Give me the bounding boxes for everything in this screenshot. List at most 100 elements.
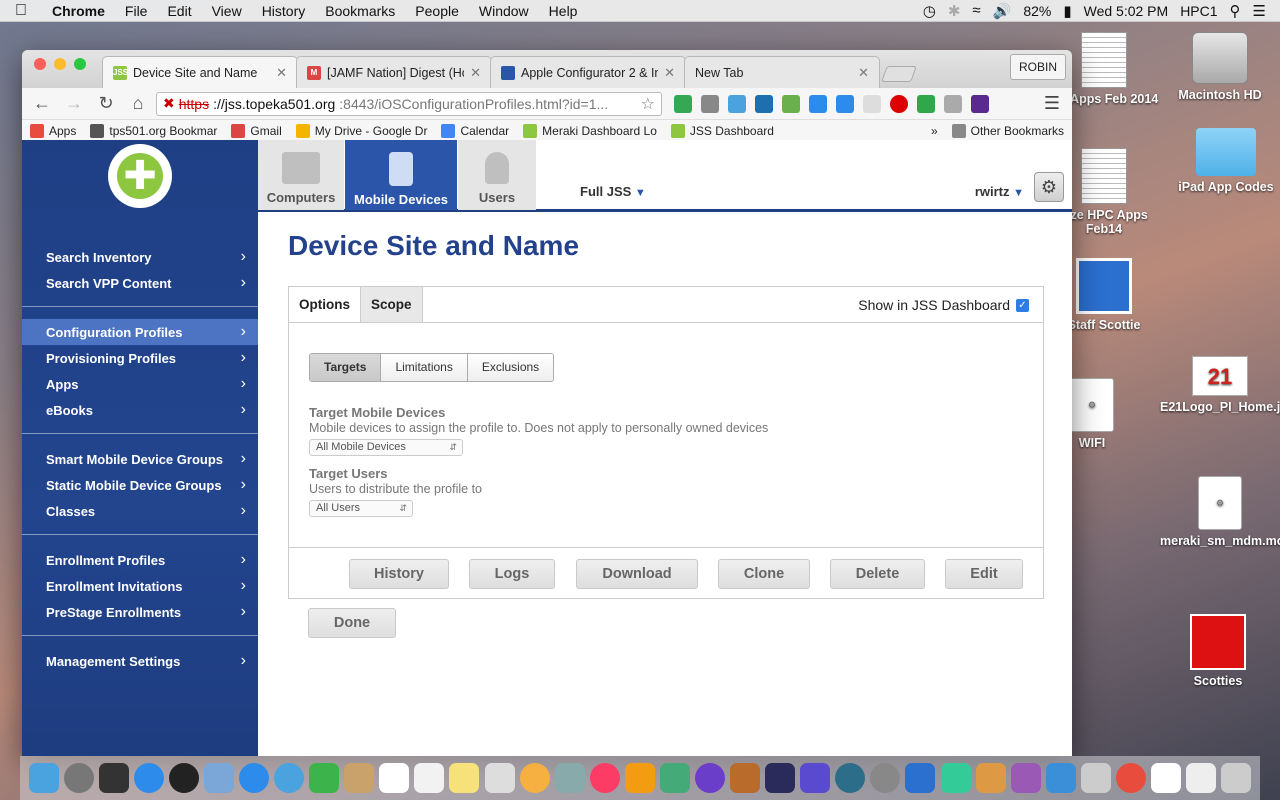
wifi-icon[interactable]: ≈ bbox=[972, 2, 980, 19]
extension-icon[interactable] bbox=[944, 94, 962, 113]
browser-tab-jamf-nation[interactable]: M [JAMF Nation] Digest (Hou ✕ bbox=[296, 56, 492, 88]
desktop-folder-ipad-codes[interactable]: iPad App Codes bbox=[1166, 128, 1280, 194]
document-stack-icon[interactable] bbox=[1151, 763, 1182, 793]
home-icon[interactable]: ⌂ bbox=[124, 93, 152, 114]
desktop-macintosh-hd[interactable]: Macintosh HD bbox=[1160, 32, 1280, 102]
time-machine-icon[interactable]: ◷ bbox=[923, 2, 936, 20]
menu-help[interactable]: Help bbox=[539, 3, 588, 19]
target-users-select[interactable]: All Users ⇵ bbox=[309, 500, 413, 517]
close-window-icon[interactable] bbox=[34, 58, 46, 70]
app-icon[interactable] bbox=[800, 763, 831, 793]
profile-button[interactable]: ROBIN bbox=[1009, 54, 1066, 80]
delete-button[interactable]: Delete bbox=[830, 559, 925, 589]
extension-icon[interactable] bbox=[701, 94, 719, 113]
desktop-file-scotties[interactable]: Scotties bbox=[1158, 614, 1278, 688]
user-menu[interactable]: rwirtz ▼ bbox=[975, 184, 1024, 199]
sidebar-item-static-groups[interactable]: Static Mobile Device Groups › bbox=[22, 472, 258, 498]
download-button[interactable]: Download bbox=[576, 559, 698, 589]
notification-center-icon[interactable]: ☰ bbox=[1253, 2, 1266, 20]
sidebar-item-apps[interactable]: Apps › bbox=[22, 371, 258, 397]
menu-bookmarks[interactable]: Bookmarks bbox=[315, 3, 405, 19]
sidebar-item-enrollment-profiles[interactable]: Enrollment Profiles › bbox=[22, 547, 258, 573]
apple-configurator-icon[interactable] bbox=[765, 763, 796, 793]
menu-history[interactable]: History bbox=[252, 3, 316, 19]
time-machine-dock-icon[interactable] bbox=[835, 763, 866, 793]
segment-exclusions[interactable]: Exclusions bbox=[467, 354, 554, 381]
volume-icon[interactable]: 🔊 bbox=[993, 2, 1012, 20]
nav-tab-computers[interactable]: Computers bbox=[258, 140, 344, 210]
adblock-extension-icon[interactable] bbox=[890, 94, 908, 113]
close-tab-icon[interactable]: ✕ bbox=[664, 65, 675, 81]
system-preferences-icon[interactable] bbox=[870, 763, 901, 793]
extension-icon[interactable] bbox=[836, 94, 854, 113]
bookmark-gmail[interactable]: Gmail bbox=[231, 123, 282, 138]
bookmarks-overflow-chevron[interactable]: » bbox=[931, 124, 938, 138]
new-tab-button[interactable] bbox=[881, 66, 917, 82]
garageband-icon[interactable] bbox=[730, 763, 761, 793]
dropbox-extension-icon[interactable] bbox=[863, 94, 881, 113]
menu-people[interactable]: People bbox=[405, 3, 469, 19]
notes-icon[interactable] bbox=[449, 763, 480, 793]
calendar-icon[interactable] bbox=[379, 763, 410, 793]
bluetooth-icon[interactable]: ✱ bbox=[948, 2, 961, 20]
edit-button[interactable]: Edit bbox=[945, 559, 1023, 589]
extension-icon[interactable] bbox=[971, 94, 989, 113]
browser-tab-new-tab[interactable]: New Tab ✕ bbox=[684, 56, 880, 88]
battery-icon[interactable]: ▮ bbox=[1063, 2, 1071, 20]
settings-gear-icon[interactable]: ⚙ bbox=[1034, 172, 1064, 202]
clone-button[interactable]: Clone bbox=[718, 559, 810, 589]
extension-icon[interactable] bbox=[728, 94, 746, 113]
show-dashboard-checkbox[interactable]: ✓ bbox=[1016, 298, 1029, 312]
minimize-window-icon[interactable] bbox=[54, 58, 66, 70]
sidebar-item-provisioning-profiles[interactable]: Provisioning Profiles › bbox=[22, 345, 258, 371]
segment-limitations[interactable]: Limitations bbox=[381, 354, 468, 381]
iphoto-icon[interactable] bbox=[659, 763, 690, 793]
users-app-icon[interactable] bbox=[1045, 763, 1076, 793]
finder-icon[interactable] bbox=[28, 763, 59, 793]
battery-percent[interactable]: 82% bbox=[1023, 3, 1051, 19]
photos-icon[interactable] bbox=[519, 763, 550, 793]
word-icon[interactable] bbox=[905, 763, 936, 793]
reminders-icon[interactable] bbox=[414, 763, 445, 793]
tab-scope[interactable]: Scope bbox=[361, 287, 423, 322]
app-store-icon[interactable] bbox=[133, 763, 164, 793]
desktop-file-meraki-config[interactable]: ⚙ meraki_sm_mdm.mobileconfig bbox=[1160, 476, 1280, 548]
itunes-icon[interactable] bbox=[589, 763, 620, 793]
done-button[interactable]: Done bbox=[308, 608, 396, 638]
app-icon[interactable] bbox=[1080, 763, 1111, 793]
bookmark-jss-dashboard[interactable]: JSS Dashboard bbox=[670, 123, 774, 138]
reload-icon[interactable]: ↻ bbox=[92, 93, 120, 114]
facetime-icon[interactable] bbox=[309, 763, 340, 793]
messages-icon[interactable] bbox=[274, 763, 305, 793]
contacts-icon[interactable] bbox=[344, 763, 375, 793]
sidebar-item-search-vpp[interactable]: Search VPP Content › bbox=[22, 270, 258, 296]
google-drive-extension-icon[interactable] bbox=[674, 94, 692, 113]
trash-icon[interactable] bbox=[1221, 763, 1252, 793]
address-bar[interactable]: ✖ https://jss.topeka501.org:8443/iOSConf… bbox=[156, 91, 662, 116]
sidebar-item-classes[interactable]: Classes › bbox=[22, 498, 258, 524]
powerpoint-icon[interactable] bbox=[975, 763, 1006, 793]
sidebar-item-ebooks[interactable]: eBooks › bbox=[22, 397, 258, 423]
sidebar-item-management-settings[interactable]: Management Settings › bbox=[22, 648, 258, 674]
bookmark-meraki[interactable]: Meraki Dashboard Lo bbox=[523, 123, 657, 138]
bookmark-calendar[interactable]: Calendar bbox=[441, 123, 509, 138]
menubar-user[interactable]: HPC1 bbox=[1180, 3, 1217, 19]
menu-view[interactable]: View bbox=[202, 3, 252, 19]
menubar-clock[interactable]: Wed 5:02 PM bbox=[1084, 3, 1169, 19]
extension-icon[interactable] bbox=[809, 94, 827, 113]
ibooks-icon[interactable] bbox=[624, 763, 655, 793]
browser-tab-device-site[interactable]: JSS Device Site and Name ✕ bbox=[102, 56, 298, 88]
maps-icon[interactable] bbox=[484, 763, 515, 793]
sidebar-item-search-inventory[interactable]: Search Inventory › bbox=[22, 244, 258, 270]
logs-button[interactable]: Logs bbox=[469, 559, 555, 589]
chrome-icon[interactable] bbox=[1115, 763, 1146, 793]
close-tab-icon[interactable]: ✕ bbox=[276, 65, 287, 81]
sidebar-item-configuration-profiles[interactable]: Configuration Profiles › bbox=[22, 319, 258, 345]
imovie-icon[interactable] bbox=[695, 763, 726, 793]
jamf-logo[interactable]: ✚ bbox=[108, 144, 172, 208]
activity-monitor-icon[interactable] bbox=[98, 763, 129, 793]
history-button[interactable]: History bbox=[349, 559, 449, 589]
excel-icon[interactable] bbox=[940, 763, 971, 793]
preview-icon[interactable] bbox=[203, 763, 234, 793]
sidebar-item-smart-groups[interactable]: Smart Mobile Device Groups › bbox=[22, 446, 258, 472]
